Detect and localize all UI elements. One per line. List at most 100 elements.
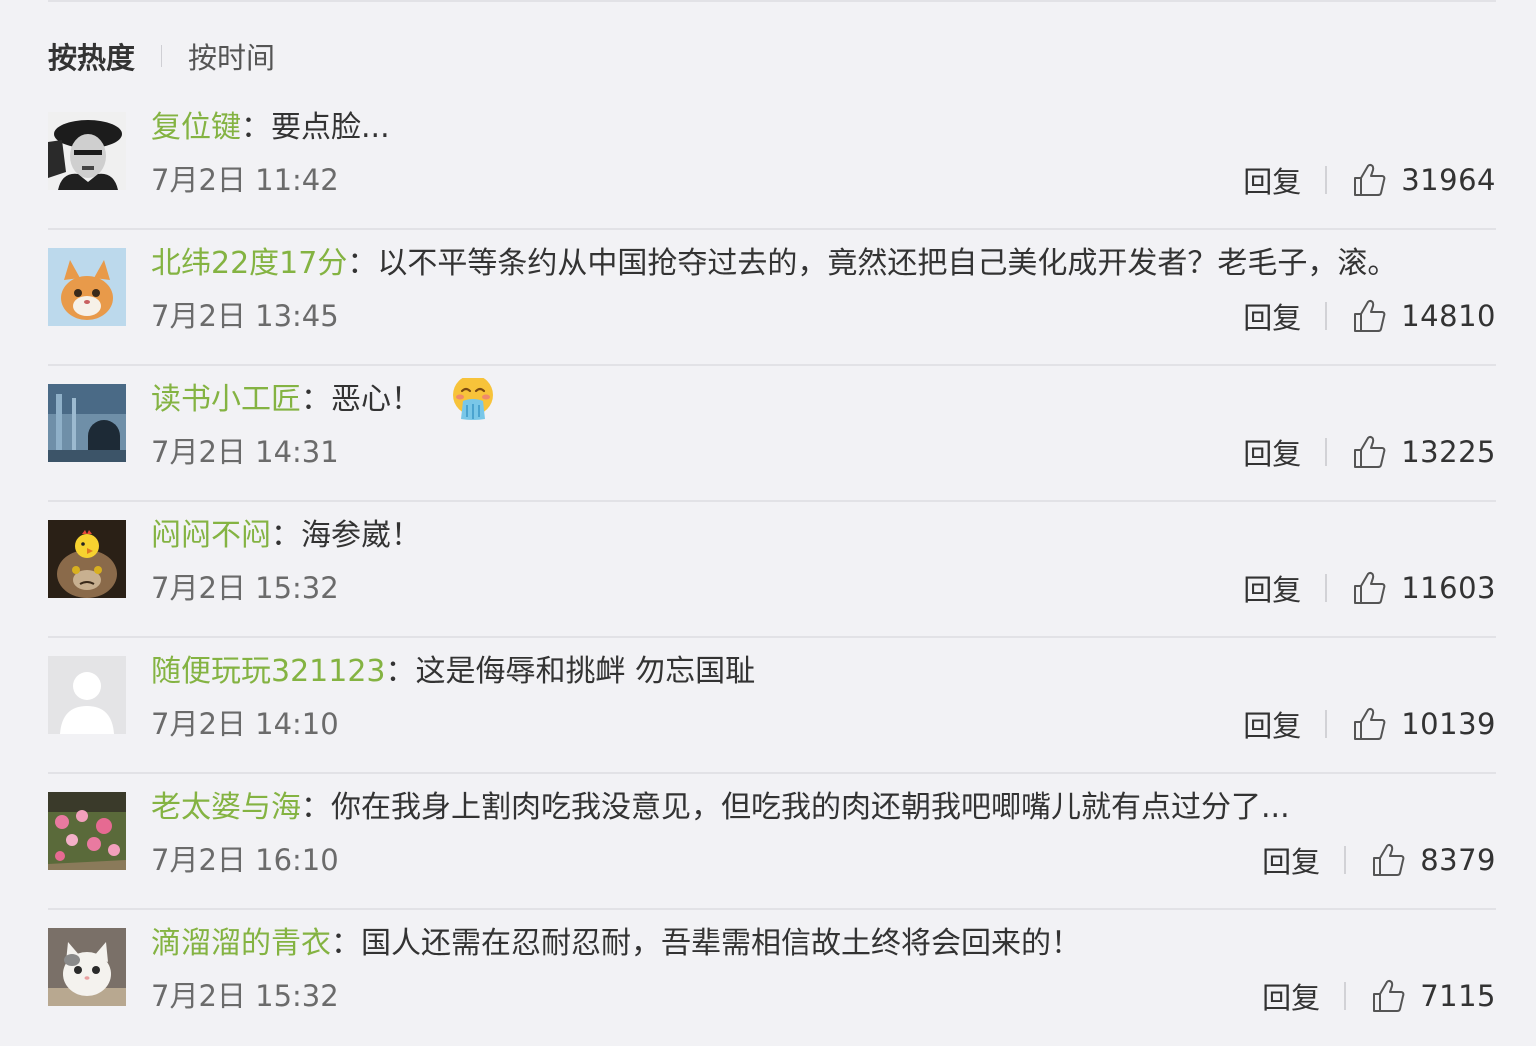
comment-item: 随便玩玩321123：这是侮辱和挑衅 勿忘国耻 7月2日 14:10 回复 10… [48, 638, 1496, 774]
like-button[interactable]: 14810 [1351, 298, 1496, 334]
grumpy-cat-with-chick-icon [48, 520, 126, 598]
sort-bar: 按热度 按时间 [48, 36, 275, 76]
username-link[interactable]: 读书小工匠 [151, 382, 301, 417]
reply-button[interactable]: 回复 [1243, 295, 1301, 337]
like-count: 11603 [1401, 571, 1496, 605]
colon: ： [347, 246, 378, 281]
like-count: 7115 [1420, 979, 1496, 1013]
reply-button[interactable]: 回复 [1243, 159, 1301, 201]
like-button[interactable]: 13225 [1351, 434, 1496, 470]
username-link[interactable]: 滴溜溜的青衣 [151, 926, 331, 961]
comment-actions: 回复 10139 [1243, 704, 1496, 744]
comment-text: 国人还需在忍耐忍耐，吾辈需相信故土终将会回来的！ [361, 926, 1081, 961]
tunnel-scene-icon [48, 384, 126, 462]
default-avatar-icon [48, 656, 126, 734]
comment-content: 北纬22度17分：以不平等条约从中国抢夺过去的，竟然还把自己美化成开发者？老毛子… [151, 242, 1496, 286]
username-link[interactable]: 闷闷不闷 [151, 518, 271, 553]
username-link[interactable]: 随便玩玩321123 [151, 654, 386, 689]
like-button[interactable]: 7115 [1370, 978, 1496, 1014]
comment-item: 闷闷不闷：海参崴！ 7月2日 15:32 回复 11603 [48, 502, 1496, 638]
comment-item: 读书小工匠：恶心！ 7月2日 14:31 回复 13225 [48, 366, 1496, 502]
action-divider [1344, 846, 1347, 874]
like-count: 10139 [1401, 707, 1496, 741]
sort-by-time-tab[interactable]: 按时间 [188, 35, 275, 77]
timestamp: 7月2日 11:42 [151, 163, 339, 197]
comment-item: 老太婆与海：你在我身上割肉吃我没意见，但吃我的肉还朝我吧唧嘴儿就有点过分了...… [48, 774, 1496, 910]
top-divider [48, 0, 1496, 2]
comment-text: 恶心！ [331, 382, 421, 417]
comment-text: 以不平等条约从中国抢夺过去的，竟然还把自己美化成开发者？老毛子，滚。 [377, 246, 1398, 281]
avatar[interactable] [48, 656, 126, 734]
vomit-emoji-icon [452, 378, 493, 420]
colon: ： [241, 110, 271, 145]
colon: ： [331, 926, 361, 961]
reply-button[interactable]: 回复 [1243, 567, 1301, 609]
like-button[interactable]: 11603 [1351, 570, 1496, 606]
avatar[interactable] [48, 384, 126, 462]
comment-actions: 回复 7115 [1262, 976, 1496, 1016]
comment-content: 闷闷不闷：海参崴！ [151, 514, 1496, 558]
comment-item: 北纬22度17分：以不平等条约从中国抢夺过去的，竟然还把自己美化成开发者？老毛子… [48, 230, 1496, 366]
like-button[interactable]: 8379 [1370, 842, 1496, 878]
comment-content: 滴溜溜的青衣：国人还需在忍耐忍耐，吾辈需相信故土终将会回来的！ [151, 922, 1496, 966]
comment-meta: 7月2日 13:45 回复 14810 [151, 296, 1496, 336]
avatar[interactable] [48, 928, 126, 1006]
like-count: 14810 [1401, 299, 1496, 333]
comment-meta: 7月2日 16:10 回复 8379 [151, 840, 1496, 880]
action-divider [1325, 302, 1328, 330]
username-link[interactable]: 北纬22度17分 [151, 246, 347, 281]
like-button[interactable]: 31964 [1351, 162, 1496, 198]
username-link[interactable]: 复位键 [151, 110, 241, 145]
comment-meta: 7月2日 14:31 回复 13225 [151, 432, 1496, 472]
comment-list: 复位键：要点脸... 7月2日 11:42 回复 31964 北纬22度17分：… [48, 94, 1496, 1046]
colon: ： [301, 790, 331, 825]
sort-by-hot-tab[interactable]: 按热度 [48, 35, 135, 77]
thumbs-up-icon [1373, 844, 1405, 876]
timestamp: 7月2日 15:32 [151, 979, 339, 1013]
timestamp: 7月2日 13:45 [151, 299, 339, 333]
thumbs-up-icon [1354, 708, 1386, 740]
pink-flowers-icon [48, 792, 126, 870]
thumbs-up-icon [1354, 572, 1386, 604]
comment-text: 要点脸... [271, 110, 390, 145]
action-divider [1325, 166, 1328, 194]
timestamp: 7月2日 15:32 [151, 571, 339, 605]
sort-divider [161, 45, 163, 67]
username-link[interactable]: 老太婆与海 [151, 790, 301, 825]
action-divider [1325, 710, 1328, 738]
comment-actions: 回复 11603 [1243, 568, 1496, 608]
reply-button[interactable]: 回复 [1243, 431, 1301, 473]
reply-button[interactable]: 回复 [1243, 703, 1301, 745]
comment-content: 随便玩玩321123：这是侮辱和挑衅 勿忘国耻 [151, 650, 1496, 694]
colon: ： [271, 518, 301, 553]
comment-actions: 回复 13225 [1243, 432, 1496, 472]
comment-actions: 回复 31964 [1243, 160, 1496, 200]
avatar[interactable] [48, 520, 126, 598]
avatar[interactable] [48, 792, 126, 870]
comment-actions: 回复 8379 [1262, 840, 1496, 880]
comment-text: 你在我身上割肉吃我没意见，但吃我的肉还朝我吧唧嘴儿就有点过分了... [331, 790, 1290, 825]
avatar[interactable] [48, 248, 126, 326]
action-divider [1325, 574, 1328, 602]
thumbs-up-icon [1373, 980, 1405, 1012]
comment-meta: 7月2日 14:10 回复 10139 [151, 704, 1496, 744]
avatar[interactable] [48, 112, 126, 190]
colon: ： [301, 382, 331, 417]
action-divider [1325, 438, 1328, 466]
like-button[interactable]: 10139 [1351, 706, 1496, 742]
thumbs-up-icon [1354, 164, 1386, 196]
thumbs-up-icon [1354, 436, 1386, 468]
like-count: 13225 [1401, 435, 1496, 469]
comment-content: 老太婆与海：你在我身上割肉吃我没意见，但吃我的肉还朝我吧唧嘴儿就有点过分了... [151, 786, 1496, 830]
reply-button[interactable]: 回复 [1262, 975, 1320, 1017]
comment-actions: 回复 14810 [1243, 296, 1496, 336]
thumbs-up-icon [1354, 300, 1386, 332]
white-kitten-icon [48, 928, 126, 1006]
like-count: 31964 [1401, 163, 1496, 197]
comment-meta: 7月2日 11:42 回复 31964 [151, 160, 1496, 200]
reply-button[interactable]: 回复 [1262, 839, 1320, 881]
comment-content: 复位键：要点脸... [151, 106, 1496, 150]
comment-text: 这是侮辱和挑衅 勿忘国耻 [415, 654, 756, 689]
colon: ： [385, 654, 416, 689]
like-count: 8379 [1420, 843, 1496, 877]
